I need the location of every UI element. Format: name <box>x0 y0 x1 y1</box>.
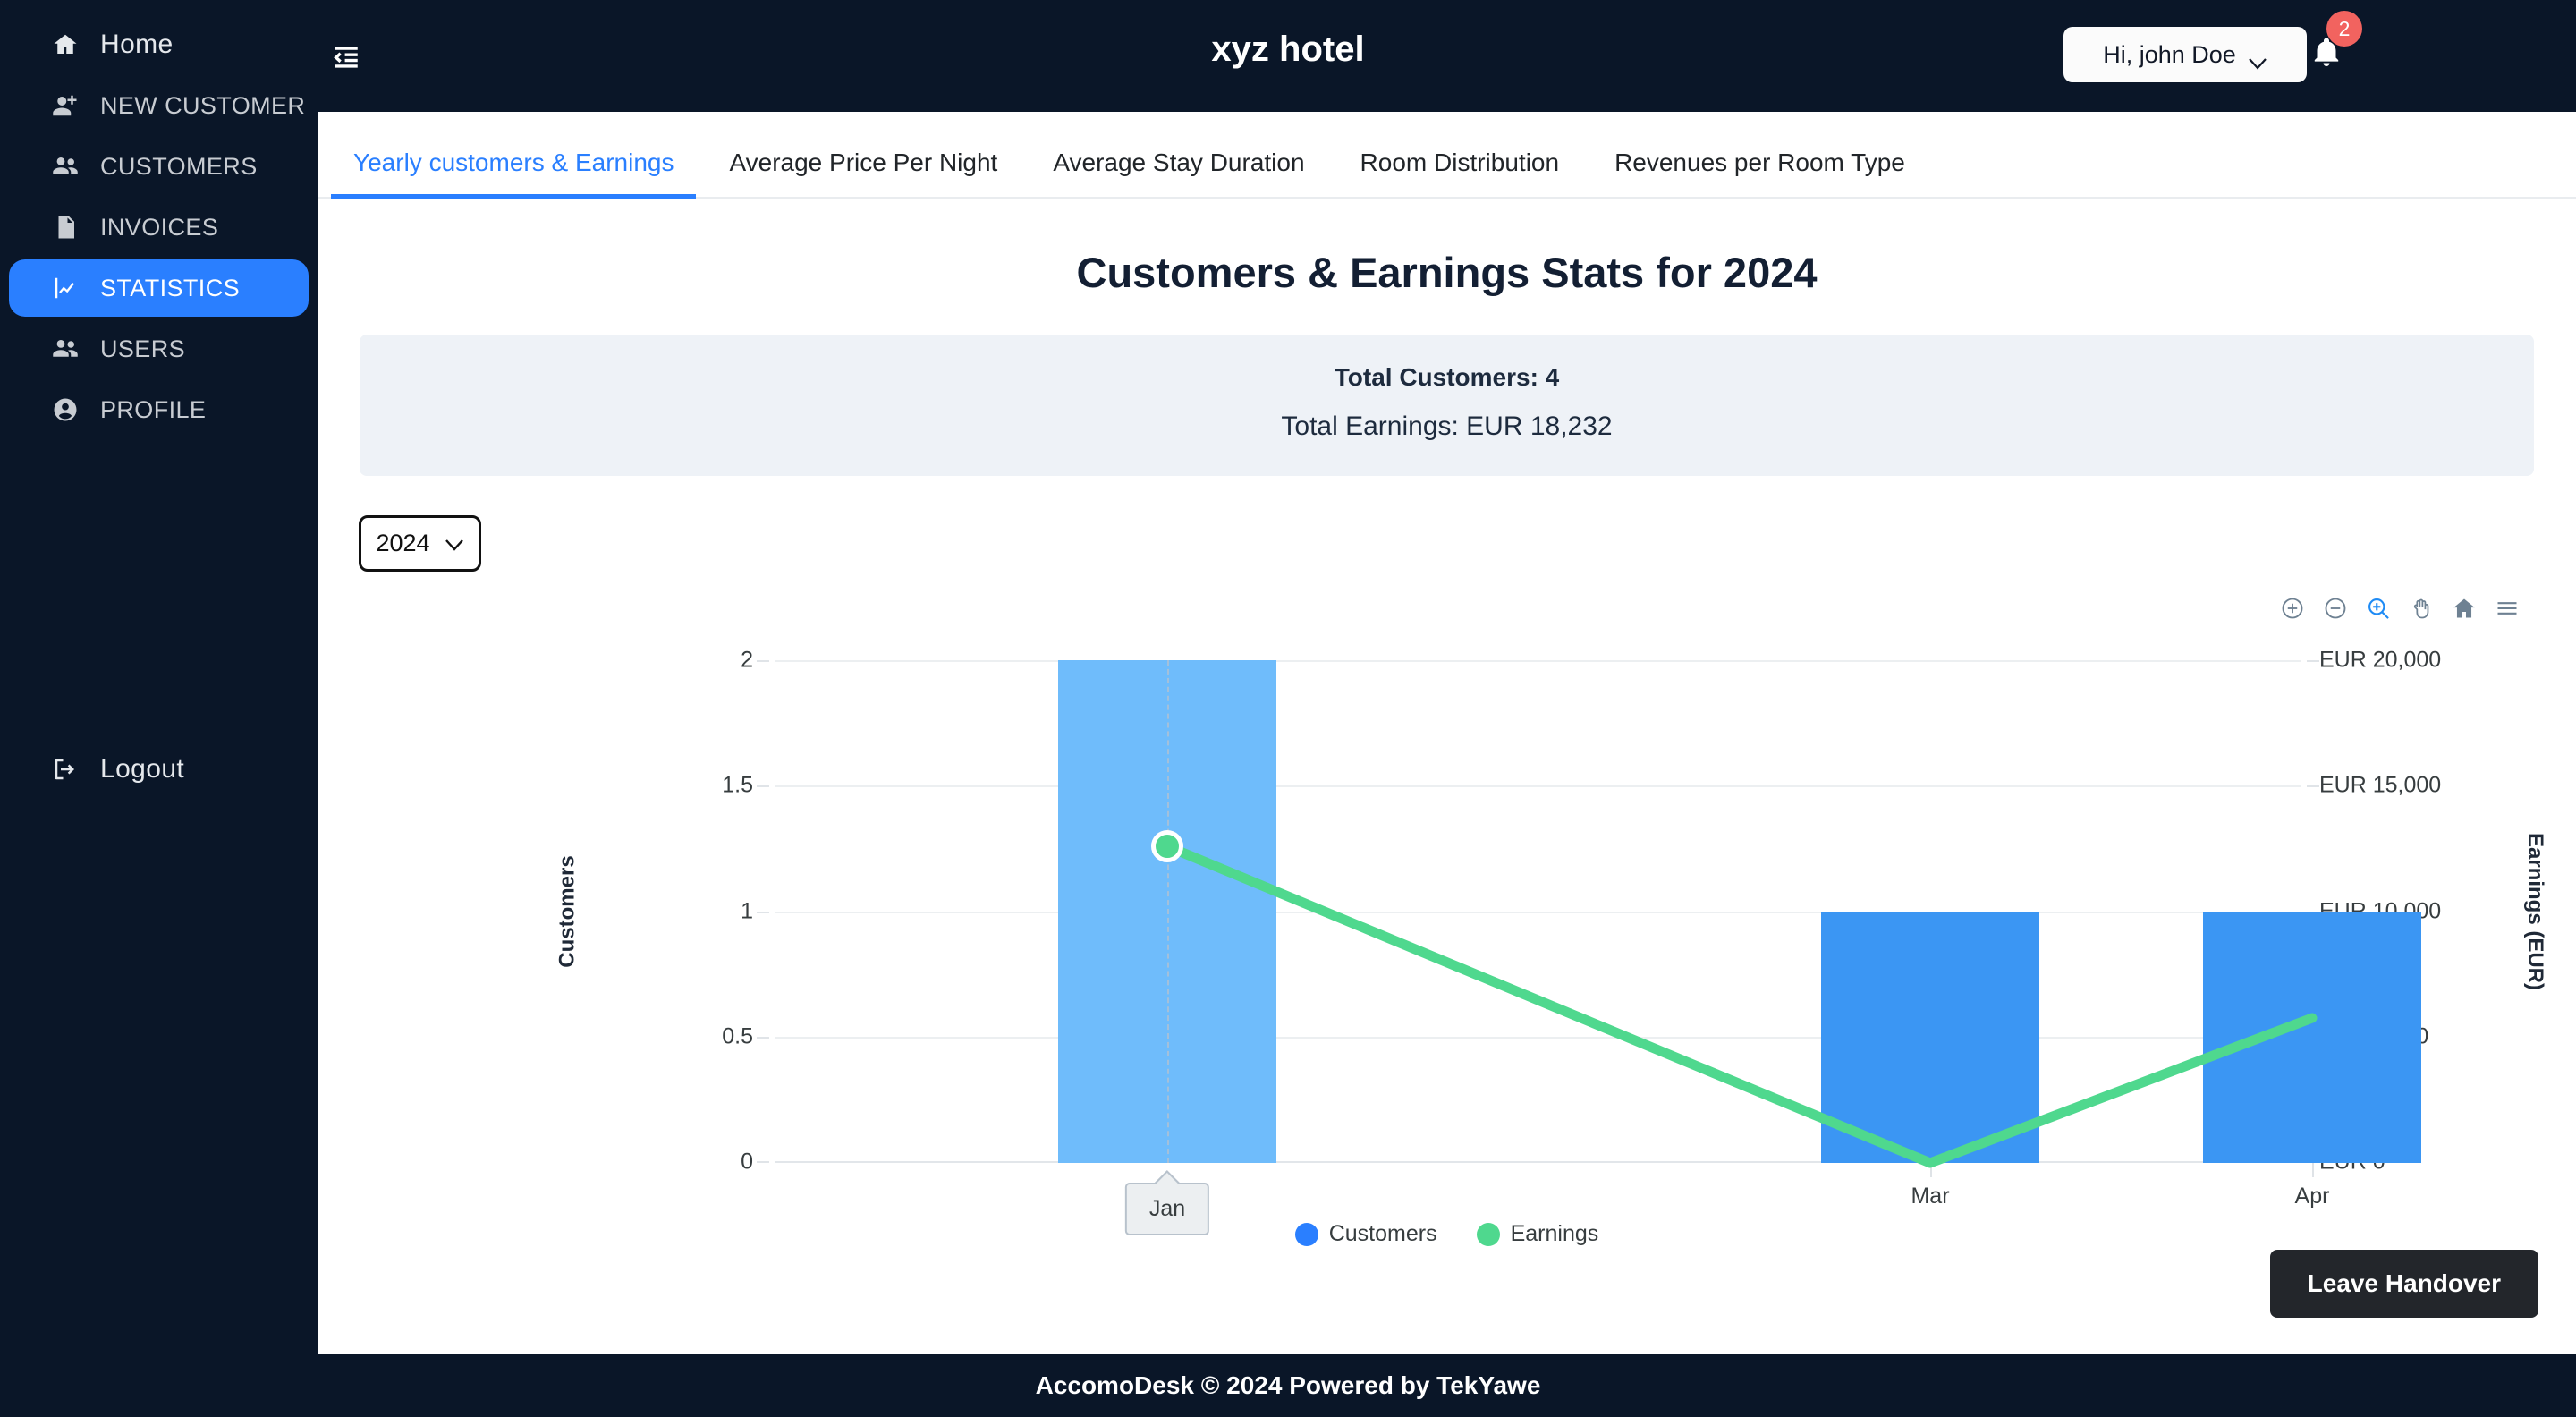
app-root: Home NEW CUSTOMER CUSTOMERS INVOICES STA <box>0 0 2576 1417</box>
logout-icon <box>50 754 80 785</box>
y2-tick <box>2307 660 2319 662</box>
chart-line-icon <box>50 273 80 303</box>
sidebar-item-label: INVOICES <box>100 213 219 241</box>
footer-text: AccomoDesk © 2024 Powered by TekYawe <box>1035 1371 1541 1399</box>
reset-home-icon[interactable] <box>2451 595 2478 622</box>
line-marker-jan[interactable] <box>1151 830 1183 862</box>
user-circle-icon <box>50 395 80 425</box>
y-axis-tick-label: 1.5 <box>722 772 753 798</box>
user-menu-button[interactable]: Hi, john Doe <box>2063 27 2307 82</box>
y2-axis-title: Earnings (EUR) <box>2523 832 2548 991</box>
tab-label: Average Price Per Night <box>729 148 998 176</box>
tab-label: Room Distribution <box>1360 148 1560 176</box>
legend-item-customers[interactable]: Customers <box>1294 1221 1437 1247</box>
x-axis-label-apr: Apr <box>2294 1184 2330 1209</box>
zoom-in-icon[interactable] <box>2279 595 2306 622</box>
sidebar-item-statistics[interactable]: STATISTICS <box>9 259 309 317</box>
chart-toolbar <box>2279 595 2521 622</box>
sidebar-item-label: PROFILE <box>100 395 207 423</box>
tab-label: Revenues per Room Type <box>1614 148 1905 176</box>
notifications-button[interactable]: 2 <box>2310 11 2362 81</box>
tab-average-stay-duration[interactable]: Average Stay Duration <box>1025 148 1332 197</box>
y2-axis-tick-label: EUR 20,000 <box>2319 647 2442 673</box>
tab-room-distribution[interactable]: Room Distribution <box>1333 148 1588 197</box>
y2-tick <box>2307 785 2319 787</box>
plot-area: 2 1.5 1 0.5 0 Customers EUR 20,000 EUR 1… <box>555 648 2547 1235</box>
notification-badge: 2 <box>2326 11 2362 47</box>
tab-revenues-per-room-type[interactable]: Revenues per Room Type <box>1587 148 1933 197</box>
sidebar-item-label: STATISTICS <box>100 274 241 301</box>
y-tick <box>757 1037 769 1039</box>
sidebar-logout-wrap: Logout <box>0 737 318 802</box>
x-tick <box>2312 1163 2314 1177</box>
y-tick <box>757 1161 769 1163</box>
home-icon <box>50 30 80 60</box>
total-customers-text: Total Customers: 4 <box>1334 363 1560 391</box>
users-icon <box>50 151 80 182</box>
pan-icon[interactable] <box>2408 595 2435 622</box>
footer: AccomoDesk © 2024 Powered by TekYawe <box>0 1354 2576 1417</box>
sidebar-item-home[interactable]: Home <box>9 16 309 73</box>
y-tick <box>757 912 769 913</box>
chevron-down-icon <box>2248 48 2267 70</box>
summary-stats-panel: Total Customers: 4 Total Earnings: EUR 1… <box>360 335 2534 476</box>
tab-average-price-per-night[interactable]: Average Price Per Night <box>701 148 1025 197</box>
users-icon <box>50 334 80 364</box>
sidebar-item-profile[interactable]: PROFILE <box>9 381 309 438</box>
x-axis-tooltip-label: Jan <box>1148 1196 1186 1221</box>
leave-handover-button[interactable]: Leave Handover <box>2269 1250 2538 1318</box>
earnings-line <box>1162 841 2318 1168</box>
zoom-out-icon[interactable] <box>2322 595 2349 622</box>
sidebar-logout-label: Logout <box>100 754 185 784</box>
legend-item-earnings[interactable]: Earnings <box>1476 1221 1599 1247</box>
sidebar-item-label: NEW CUSTOMER <box>100 91 306 119</box>
chevron-down-icon <box>445 530 464 557</box>
document-icon <box>50 212 80 242</box>
y2-axis-tick-label: EUR 15,000 <box>2319 772 2442 798</box>
y-axis-tick-label: 0 <box>741 1149 753 1175</box>
sidebar-item-users[interactable]: USERS <box>9 320 309 378</box>
sidebar-item-label: USERS <box>100 335 186 362</box>
user-greeting-label: Hi, john Doe <box>2103 40 2236 68</box>
legend-color-dot <box>1476 1222 1500 1246</box>
tab-bar: Yearly customers & Earnings Average Pric… <box>318 112 2576 199</box>
sidebar-item-new-customer[interactable]: NEW CUSTOMER <box>9 77 309 134</box>
chart-container: 2 1.5 1 0.5 0 Customers EUR 20,000 EUR 1… <box>318 595 2576 1257</box>
y-axis-tick-label: 1 <box>741 898 753 924</box>
legend-label: Customers <box>1328 1221 1437 1246</box>
selection-zoom-icon[interactable] <box>2365 595 2392 622</box>
page-title: Customers & Earnings Stats for 2024 <box>1076 249 1818 296</box>
y-axis-tick-label: 2 <box>741 647 753 673</box>
tab-label: Average Stay Duration <box>1053 148 1305 176</box>
y-tick <box>757 660 769 662</box>
y-axis-title: Customers <box>555 855 580 968</box>
menu-fold-icon[interactable] <box>328 39 364 75</box>
sidebar-item-invoices[interactable]: INVOICES <box>9 199 309 256</box>
content-card: Yearly customers & Earnings Average Pric… <box>318 112 2576 1354</box>
total-earnings-text: Total Earnings: EUR 18,232 <box>1281 412 1613 441</box>
year-select-value: 2024 <box>376 530 430 556</box>
sidebar-item-label: CUSTOMERS <box>100 152 258 180</box>
sidebar-item-logout[interactable]: Logout <box>9 741 309 798</box>
y-axis-tick-label: 0.5 <box>722 1023 753 1049</box>
chart-legend: Customers Earnings <box>318 1221 2576 1247</box>
legend-color-dot <box>1294 1222 1318 1246</box>
y-tick <box>757 785 769 787</box>
tab-label: Yearly customers & Earnings <box>353 148 674 176</box>
legend-label: Earnings <box>1510 1221 1599 1246</box>
tab-yearly-customers-earnings[interactable]: Yearly customers & Earnings <box>326 148 701 199</box>
sidebar-item-label: Home <box>100 30 174 59</box>
menu-icon[interactable] <box>2494 595 2521 622</box>
sidebar: Home NEW CUSTOMER CUSTOMERS INVOICES STA <box>0 0 318 1417</box>
x-axis-label-mar: Mar <box>1911 1184 1950 1209</box>
year-select[interactable]: 2024 <box>359 515 481 572</box>
user-plus-icon <box>50 90 80 121</box>
sidebar-item-customers[interactable]: CUSTOMERS <box>9 138 309 195</box>
